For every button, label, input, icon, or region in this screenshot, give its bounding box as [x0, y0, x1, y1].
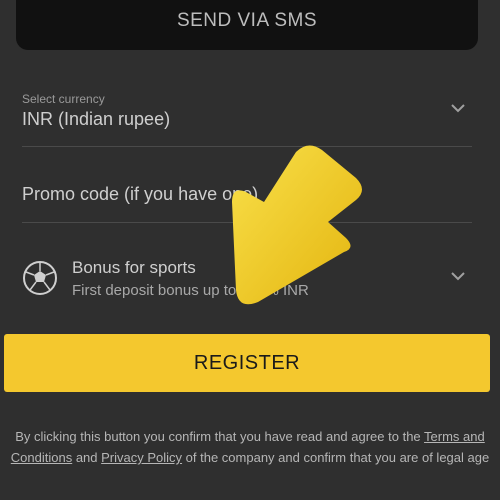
promo-code-placeholder: Promo code (if you have one) [22, 184, 259, 204]
consent-text-before: By clicking this button you confirm that… [15, 429, 421, 444]
chevron-down-icon [450, 100, 466, 118]
currency-select[interactable]: Select currency INR (Indian rupee) [22, 92, 472, 142]
privacy-policy-link[interactable]: Privacy Policy [101, 450, 182, 465]
send-via-sms-button[interactable]: SEND VIA SMS [16, 0, 478, 50]
consent-text-after: of the company and confirm that you are … [182, 450, 490, 465]
soccer-ball-icon [22, 260, 58, 301]
chevron-down-icon [450, 268, 466, 286]
currency-caption: Select currency [22, 92, 105, 106]
send-via-sms-label: SEND VIA SMS [176, 10, 318, 31]
consent-and: and [72, 450, 102, 465]
register-label: REGISTER [193, 351, 301, 374]
bonus-title: Bonus for sports [72, 258, 196, 277]
currency-value: INR (Indian rupee) [22, 109, 171, 129]
consent-text: By clicking this button you confirm that… [6, 426, 494, 468]
register-button[interactable]: REGISTER [4, 334, 490, 392]
arrow-pointer-icon [232, 145, 362, 305]
